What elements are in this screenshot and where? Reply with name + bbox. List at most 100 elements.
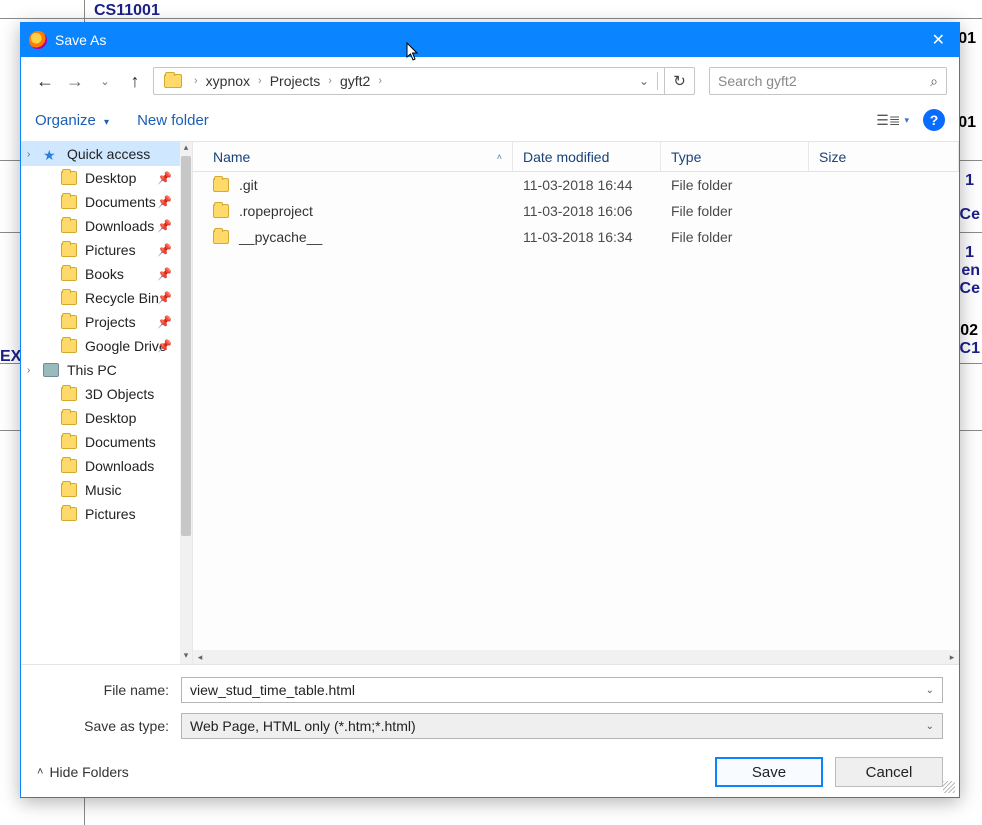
view-options-button[interactable]: ☰≣ ▾ (876, 112, 909, 129)
sidebar-item[interactable]: Recycle Bin📌 (21, 286, 180, 310)
up-button[interactable]: ↑ (123, 71, 147, 92)
column-type[interactable]: Type (661, 142, 809, 171)
address-dropdown[interactable]: ⌄ (633, 74, 655, 88)
chevron-right-icon[interactable]: › (372, 75, 388, 87)
file-row[interactable]: .git11-03-2018 16:44File folder (193, 172, 959, 198)
organize-menu[interactable]: Organize ▾ (35, 112, 109, 129)
star-icon: ★ (43, 147, 59, 161)
sidebar-item[interactable]: Documents📌 (21, 190, 180, 214)
column-size[interactable]: Size (809, 142, 959, 171)
sidebar-item-label: Desktop (85, 410, 136, 426)
folder-icon (61, 387, 77, 401)
sidebar-quick-access[interactable]: ›★Quick access (21, 142, 180, 166)
cancel-button[interactable]: Cancel (835, 757, 943, 787)
sidebar-item[interactable]: Documents (21, 430, 180, 454)
search-input[interactable]: Search gyft2 ⌕ (709, 67, 947, 95)
scroll-up-icon[interactable]: ▴ (180, 142, 192, 156)
chevron-right-icon[interactable]: › (27, 365, 30, 376)
sidebar-item[interactable]: Desktop (21, 406, 180, 430)
resize-grip[interactable] (943, 781, 955, 793)
scroll-down-icon[interactable]: ▾ (180, 650, 192, 664)
filename-input[interactable]: view_stud_time_table.html ⌄ (181, 677, 943, 703)
folder-icon (61, 315, 77, 329)
breadcrumb-item[interactable]: Projects (268, 73, 323, 89)
chevron-right-icon[interactable]: › (322, 75, 338, 87)
chevron-down-icon[interactable]: ⌄ (926, 685, 934, 696)
pin-icon: 📌 (157, 195, 172, 209)
folder-icon (213, 178, 229, 192)
sidebar-item-label: Downloads (85, 458, 154, 474)
folder-icon (164, 74, 182, 88)
save-as-type-select[interactable]: Web Page, HTML only (*.htm;*.html) ⌄ (181, 713, 943, 739)
file-name: .ropeproject (239, 203, 313, 219)
sidebar-item[interactable]: Music (21, 478, 180, 502)
folder-icon (61, 195, 77, 209)
file-row[interactable]: __pycache__11-03-2018 16:34File folder (193, 224, 959, 250)
folder-icon (61, 291, 77, 305)
column-date-modified[interactable]: Date modified (513, 142, 661, 171)
sidebar-item[interactable]: Desktop 📌 (21, 166, 180, 190)
pin-icon: 📌 (157, 171, 172, 185)
folder-icon (61, 459, 77, 473)
organize-label: Organize (35, 112, 96, 129)
folder-icon (61, 507, 77, 521)
toolbar: Organize ▾ New folder ☰≣ ▾ ? (21, 103, 959, 142)
history-dropdown[interactable]: ⌄ (93, 75, 117, 88)
dialog-title: Save As (55, 32, 926, 48)
refresh-button[interactable]: ↻ (665, 67, 695, 95)
hide-folders-toggle[interactable]: ˄ Hide Folders (37, 764, 129, 780)
sidebar-item-label: Google Drive (85, 338, 167, 354)
column-headers: Name ˄ Date modified Type Size (193, 142, 959, 172)
chevron-right-icon[interactable]: › (252, 75, 268, 87)
sort-ascending-icon: ˄ (497, 152, 502, 162)
folder-icon (61, 219, 77, 233)
breadcrumb-item[interactable]: gyft2 (338, 73, 372, 89)
sidebar: ›★Quick accessDesktop📌Documents📌Download… (21, 142, 193, 664)
sidebar-item[interactable]: Books📌 (21, 262, 180, 286)
scroll-thumb[interactable] (181, 156, 191, 536)
sidebar-scrollbar[interactable]: ▴ ▾ (180, 142, 192, 664)
help-button[interactable]: ? (923, 109, 945, 131)
folder-icon (61, 267, 77, 281)
sidebar-this-pc[interactable]: ›This PC (21, 358, 180, 382)
close-icon[interactable]: ✕ (926, 30, 951, 50)
sidebar-item-label: Downloads (85, 218, 154, 234)
file-type: File folder (661, 177, 809, 193)
sidebar-item-label: Recycle Bin (85, 290, 159, 306)
sidebar-item[interactable]: Google Drive📌 (21, 334, 180, 358)
file-date: 11-03-2018 16:44 (513, 177, 661, 193)
folder-icon (61, 435, 77, 449)
sidebar-item[interactable]: Downloads (21, 454, 180, 478)
save-button[interactable]: Save (715, 757, 823, 787)
file-type: File folder (661, 229, 809, 245)
horizontal-scrollbar[interactable]: ◂ ▸ (193, 650, 959, 664)
file-rows[interactable]: .git11-03-2018 16:44File folder.ropeproj… (193, 172, 959, 650)
scroll-right-icon[interactable]: ▸ (945, 652, 959, 663)
sidebar-item[interactable]: Pictures📌 (21, 238, 180, 262)
chevron-down-icon[interactable]: ⌄ (926, 721, 934, 732)
savetype-value: Web Page, HTML only (*.htm;*.html) (190, 718, 926, 734)
hide-folders-label: Hide Folders (49, 764, 128, 780)
sidebar-item-label: Documents (85, 194, 156, 210)
sidebar-item[interactable]: Downloads📌 (21, 214, 180, 238)
file-type: File folder (661, 203, 809, 219)
breadcrumb-item[interactable]: xypnox (204, 73, 252, 89)
folder-icon (61, 339, 77, 353)
pc-icon (43, 363, 59, 377)
forward-button: → (63, 71, 87, 92)
chevron-right-icon[interactable]: › (27, 149, 30, 160)
sidebar-item-label: Desktop (85, 170, 136, 186)
chevron-right-icon[interactable]: › (188, 75, 204, 87)
breadcrumb-bar[interactable]: › xypnox › Projects › gyft2 › ⌄ (153, 67, 665, 95)
chevron-down-icon: ▾ (104, 117, 109, 128)
column-name[interactable]: Name ˄ (193, 142, 513, 171)
back-button[interactable]: ← (33, 71, 57, 92)
scroll-left-icon[interactable]: ◂ (193, 652, 207, 663)
pin-icon: 📌 (157, 219, 172, 233)
sidebar-item[interactable]: Pictures (21, 502, 180, 526)
new-folder-button[interactable]: New folder (137, 112, 209, 129)
titlebar[interactable]: Save As ✕ (21, 23, 959, 57)
sidebar-item[interactable]: 3D Objects (21, 382, 180, 406)
file-row[interactable]: .ropeproject11-03-2018 16:06File folder (193, 198, 959, 224)
sidebar-item[interactable]: Projects📌 (21, 310, 180, 334)
